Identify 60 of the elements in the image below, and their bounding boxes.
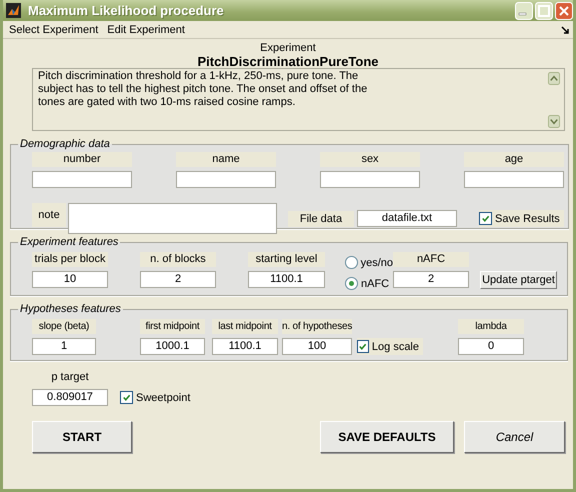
input-field[interactable] bbox=[320, 171, 420, 188]
scroll-up-icon[interactable] bbox=[548, 72, 560, 85]
input-field[interactable]: 2 bbox=[393, 271, 469, 288]
input-field[interactable]: datafile.txt bbox=[357, 210, 457, 227]
checkbox[interactable]: Log scale bbox=[357, 338, 423, 355]
maximize-icon[interactable] bbox=[535, 2, 553, 20]
checkbox[interactable]: Save Results bbox=[479, 210, 564, 227]
menu-item[interactable]: Edit Experiment bbox=[107, 24, 185, 36]
field-label: number bbox=[32, 152, 132, 167]
field-label: lambda bbox=[458, 319, 524, 334]
field-label: p target bbox=[50, 370, 90, 385]
field-label: age bbox=[464, 152, 564, 167]
start-button[interactable]: START bbox=[32, 421, 132, 453]
field-label: n. of blocks bbox=[140, 252, 216, 267]
checkmark-icon bbox=[122, 393, 131, 402]
dock-arrow-icon[interactable] bbox=[561, 26, 569, 34]
panel-title: Experiment features bbox=[19, 236, 120, 248]
window-title: Maximum Likelihood procedure bbox=[28, 3, 225, 18]
experiment-caption: Experiment bbox=[259, 42, 317, 54]
note-field[interactable] bbox=[68, 203, 277, 234]
input-field[interactable]: 100 bbox=[282, 338, 352, 355]
field-label: starting level bbox=[248, 252, 325, 267]
field-label: File data bbox=[288, 210, 354, 226]
field-label: sex bbox=[320, 152, 420, 167]
field-label: trials per block bbox=[32, 252, 108, 267]
close-icon[interactable] bbox=[555, 2, 573, 20]
input-field[interactable] bbox=[176, 171, 276, 188]
input-field[interactable] bbox=[32, 171, 132, 188]
field-label: first midpoint bbox=[140, 319, 205, 334]
panel-title: Hypotheses features bbox=[19, 303, 122, 315]
input-field[interactable] bbox=[464, 171, 564, 188]
field-label: slope (beta) bbox=[32, 319, 96, 334]
menu-item[interactable]: Select Experiment bbox=[9, 24, 98, 36]
field-label: last midpoint bbox=[212, 319, 278, 334]
description-text: Pitch discrimination threshold for a 1-kHz, 250-ms, pure tone. The subject has to tell the highest pitch tone. The onset and offset of the tones are gated with two 10-ms raised cosine ramps. bbox=[37, 69, 368, 110]
experiment-name: PitchDiscriminationPureTone bbox=[196, 54, 380, 68]
panel-title: Demographic data bbox=[19, 138, 111, 150]
input-field[interactable]: 1100.1 bbox=[248, 271, 325, 288]
input-field[interactable]: 1100.1 bbox=[212, 338, 278, 355]
scroll-down-icon[interactable] bbox=[548, 115, 560, 128]
cancel-button[interactable]: Cancel bbox=[464, 421, 565, 453]
update-button[interactable]: Update ptarget bbox=[480, 271, 557, 289]
field-label: name bbox=[176, 152, 276, 167]
checkbox[interactable]: Sweetpoint bbox=[120, 389, 194, 406]
radio-button[interactable]: yes/no bbox=[345, 256, 393, 269]
minimize-icon[interactable] bbox=[515, 2, 533, 20]
input-field[interactable]: 1 bbox=[32, 338, 96, 355]
input-field[interactable]: 2 bbox=[140, 271, 216, 288]
input-field[interactable]: 1000.1 bbox=[140, 338, 205, 355]
input-field[interactable]: 0.809017 bbox=[32, 389, 108, 406]
input-field[interactable]: 0 bbox=[458, 338, 524, 355]
checkmark-icon bbox=[358, 342, 368, 351]
app-logo-icon bbox=[6, 3, 21, 18]
field-label: note bbox=[32, 203, 66, 227]
field-label: nAFC bbox=[393, 252, 469, 267]
save-defaults-button[interactable]: SAVE DEFAULTS bbox=[320, 421, 454, 453]
radio-button[interactable]: nAFC bbox=[345, 277, 393, 290]
checkmark-icon bbox=[481, 214, 490, 223]
field-label: n. of hypotheses bbox=[282, 319, 352, 334]
input-field[interactable]: 10 bbox=[32, 271, 108, 288]
